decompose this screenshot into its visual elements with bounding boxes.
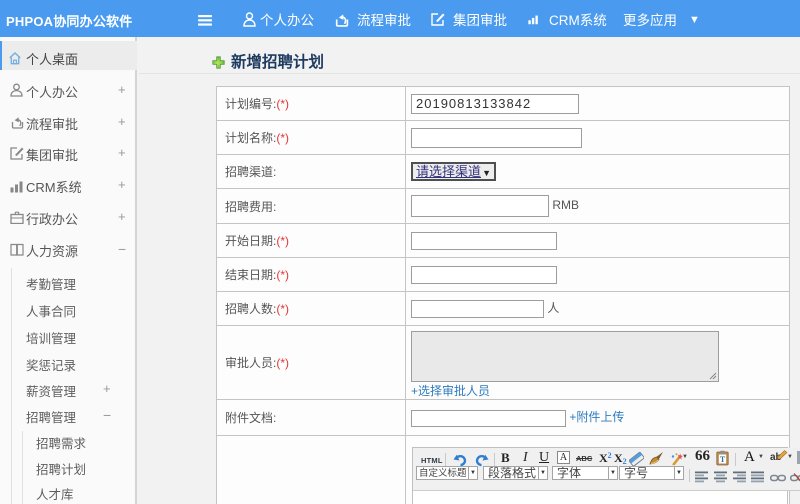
svg-text:T: T [720, 455, 726, 464]
